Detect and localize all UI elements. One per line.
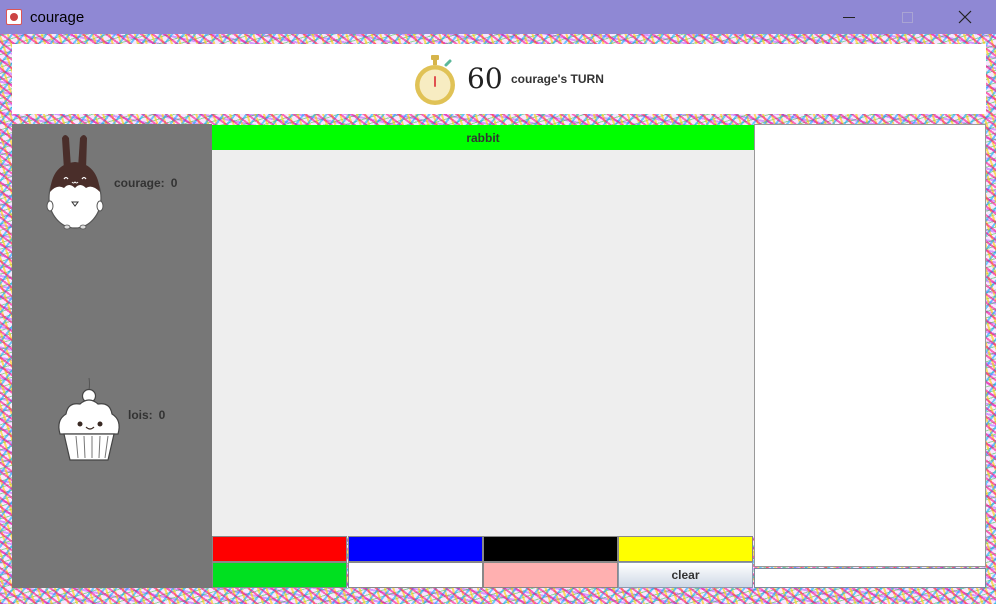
minimize-button[interactable] [820, 0, 878, 34]
color-swatch-pink[interactable] [483, 562, 618, 588]
color-swatch-red[interactable] [212, 536, 347, 562]
window-title: courage [30, 9, 85, 26]
close-icon [958, 10, 972, 24]
minimize-icon [843, 16, 855, 18]
stopwatch-icon [415, 55, 455, 105]
player-name: courage: [114, 176, 165, 190]
turn-label: courage's TURN [511, 72, 604, 86]
header-panel: 60 courage's TURN [12, 44, 986, 114]
close-button[interactable] [936, 0, 994, 34]
title-bar: courage [0, 0, 996, 34]
player-score-label: lois: 0 [128, 408, 165, 422]
color-swatch-green[interactable] [212, 562, 347, 588]
color-swatch-white[interactable] [348, 562, 483, 588]
chat-log[interactable] [754, 124, 986, 567]
maximize-button[interactable] [878, 0, 936, 34]
clear-button[interactable]: clear [618, 562, 753, 588]
players-panel: courage: 0 lois: 0 [12, 124, 212, 588]
java-cup-icon [6, 9, 22, 25]
game-window: courage 60 courage's TURN courage: 0 loi… [0, 0, 996, 604]
maximize-icon [901, 11, 913, 23]
chat-input[interactable] [754, 568, 986, 588]
secret-word-bar: rabbit [212, 125, 754, 150]
player-score: 0 [158, 408, 166, 422]
player-entry: lois: 0 [54, 376, 165, 467]
cupcake-avatar [58, 377, 120, 461]
color-swatch-black[interactable] [483, 536, 618, 562]
timer-value: 60 [467, 62, 503, 95]
color-palette: clear [212, 536, 754, 588]
player-score-label: courage: 0 [114, 176, 177, 190]
player-entry: courage: 0 [42, 132, 177, 235]
player-score: 0 [170, 176, 178, 190]
player-name: lois: [128, 408, 153, 422]
drawing-canvas[interactable] [212, 150, 754, 536]
color-swatch-blue[interactable] [348, 536, 483, 562]
color-swatch-yellow[interactable] [618, 536, 753, 562]
bunny-avatar [46, 135, 104, 230]
